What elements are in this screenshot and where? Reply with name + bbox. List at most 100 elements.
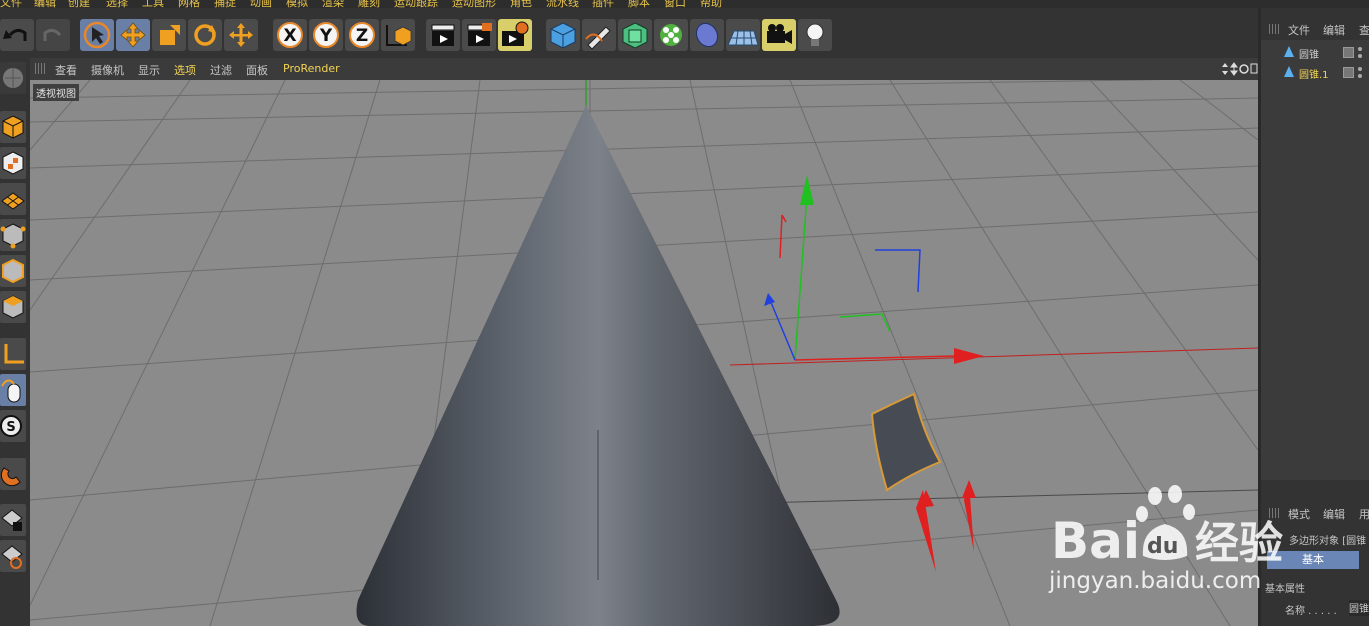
menu-script[interactable]: 脚本 [628,0,650,8]
edges-mode-button[interactable] [0,255,26,287]
undo-button[interactable] [0,19,34,51]
redo-button[interactable] [36,19,70,51]
viewport-navigation-icons[interactable] [1220,61,1258,77]
planar-workplane-button[interactable] [0,540,26,572]
svg-text:X: X [283,26,296,46]
model-mode-button[interactable] [0,111,26,143]
points-mode-button[interactable] [0,219,26,251]
name-field[interactable]: 圆锥 [1349,600,1369,616]
deformer-icon [695,22,719,48]
undo-icon [3,28,27,41]
cloner-icon [660,24,682,46]
viewport-menu-panel[interactable]: 面板 [246,62,268,78]
tab-basic[interactable]: 基本 [1267,551,1359,569]
grip-handle-icon[interactable] [35,63,45,74]
menu-tools[interactable]: 工具 [142,0,164,8]
move-icon [120,22,146,48]
world-x-axis-line [729,347,1258,366]
viewport-menu-view[interactable]: 查看 [55,62,77,78]
viewport-menu-prorender[interactable]: ProRender [283,62,340,75]
rotate-icon [194,24,216,46]
menu-help[interactable]: 帮助 [700,0,722,8]
viewport-menu-options[interactable]: 选项 [174,62,196,78]
scale-tool-button[interactable] [152,19,186,51]
menu-bar: 文件 编辑 创建 选择 工具 网格 捕捉 动画 模拟 渲染 雕刻 运动跟踪 运动… [0,0,1369,8]
left-tool-palette: S [0,58,30,626]
viewport-scene [30,80,1258,626]
deformer-button[interactable] [690,19,724,51]
editor-render-tag-icon[interactable] [1343,47,1354,58]
menu-snap[interactable]: 捕捉 [214,0,236,8]
selected-polygon[interactable] [870,392,942,492]
x-axis-lock-button[interactable]: X [273,19,307,51]
menu-mesh[interactable]: 网格 [178,0,200,8]
visibility-editor-dot-icon[interactable] [1358,47,1362,51]
menu-mograph[interactable]: 运动图形 [452,0,496,8]
render-picture-viewer-button[interactable] [462,19,496,51]
object-row-cone[interactable]: 圆锥 [1261,44,1369,62]
menu-animate[interactable]: 动画 [250,0,272,8]
viewport-menu-filter[interactable]: 过滤 [210,62,232,78]
tweak-mode-button[interactable] [0,374,26,406]
visibility-render-dot-icon[interactable] [1358,74,1362,78]
menu-file[interactable]: 文件 [0,0,22,8]
y-axis-lock-button[interactable]: Y [309,19,343,51]
render-view-button[interactable] [426,19,460,51]
menu-character[interactable]: 角色 [510,0,532,8]
solo-button[interactable]: S [0,410,26,442]
attr-menu-edit[interactable]: 编辑 [1323,506,1345,522]
rotate-tool-button[interactable] [188,19,222,51]
menu-motion-tracker[interactable]: 运动跟踪 [394,0,438,8]
recent-tool-button[interactable] [224,19,258,51]
menu-edit[interactable]: 编辑 [34,0,56,8]
panel-grip-icon-2[interactable] [1269,508,1279,518]
menu-render[interactable]: 渲染 [322,0,344,8]
lightbulb-icon [806,23,824,46]
visibility-render-dot-icon[interactable] [1358,54,1362,58]
z-axis-lock-button[interactable]: Z [345,19,379,51]
polygon-object-icon [1284,66,1294,77]
floor-button[interactable] [726,19,760,51]
polygons-mode-button[interactable] [0,291,26,323]
texture-mode-button[interactable] [0,147,26,179]
subdivision-button[interactable] [618,19,652,51]
lock-workplane-button[interactable] [0,504,26,536]
menu-select[interactable]: 选择 [106,0,128,8]
pen-spline-button[interactable] [582,19,616,51]
mograph-cloner-button[interactable] [654,19,688,51]
object-menu-file[interactable]: 文件 [1288,22,1310,38]
visibility-editor-dot-icon[interactable] [1358,67,1362,71]
x-axis-icon: X [277,22,303,48]
viewport-menu-camera[interactable]: 摄像机 [91,62,124,78]
axis-mode-button[interactable] [0,338,26,370]
cube-object-button[interactable] [546,19,580,51]
object-menu-edit[interactable]: 编辑 [1323,22,1345,38]
perspective-viewport[interactable]: 透视视图 [30,80,1258,626]
right-panel: 文件 编辑 查 圆锥 圆锥.1 模式 编辑 用 多边形对象 [圆锥 基本 基本属… [1258,8,1369,626]
move-gizmo[interactable] [764,175,984,364]
light-button[interactable] [798,19,832,51]
editor-render-tag-icon[interactable] [1343,67,1354,78]
snap-button[interactable] [0,458,26,490]
cone-object-icon [1284,46,1294,57]
menu-plugins[interactable]: 插件 [592,0,614,8]
move-tool-button[interactable] [116,19,150,51]
camera-button[interactable] [762,19,796,51]
attr-menu-mode[interactable]: 模式 [1288,506,1310,522]
panel-grip-icon[interactable] [1269,24,1279,34]
menu-sculpt[interactable]: 雕刻 [358,0,380,8]
menu-window[interactable]: 窗口 [664,0,686,8]
render-settings-button[interactable] [498,19,532,51]
camera-icon [767,24,792,44]
object-menu-view[interactable]: 查 [1359,22,1369,38]
select-tool-button[interactable] [80,19,114,51]
viewport-menu-display[interactable]: 显示 [138,62,160,78]
make-editable-button[interactable] [0,62,26,94]
coordinate-system-button[interactable] [381,19,415,51]
menu-create[interactable]: 创建 [68,0,90,8]
menu-pipeline[interactable]: 流水线 [546,0,579,8]
object-row-cone-1[interactable]: 圆锥.1 [1261,64,1369,82]
attr-menu-user[interactable]: 用 [1359,506,1369,522]
workplane-mode-button[interactable] [0,183,26,215]
menu-simulate[interactable]: 模拟 [286,0,308,8]
